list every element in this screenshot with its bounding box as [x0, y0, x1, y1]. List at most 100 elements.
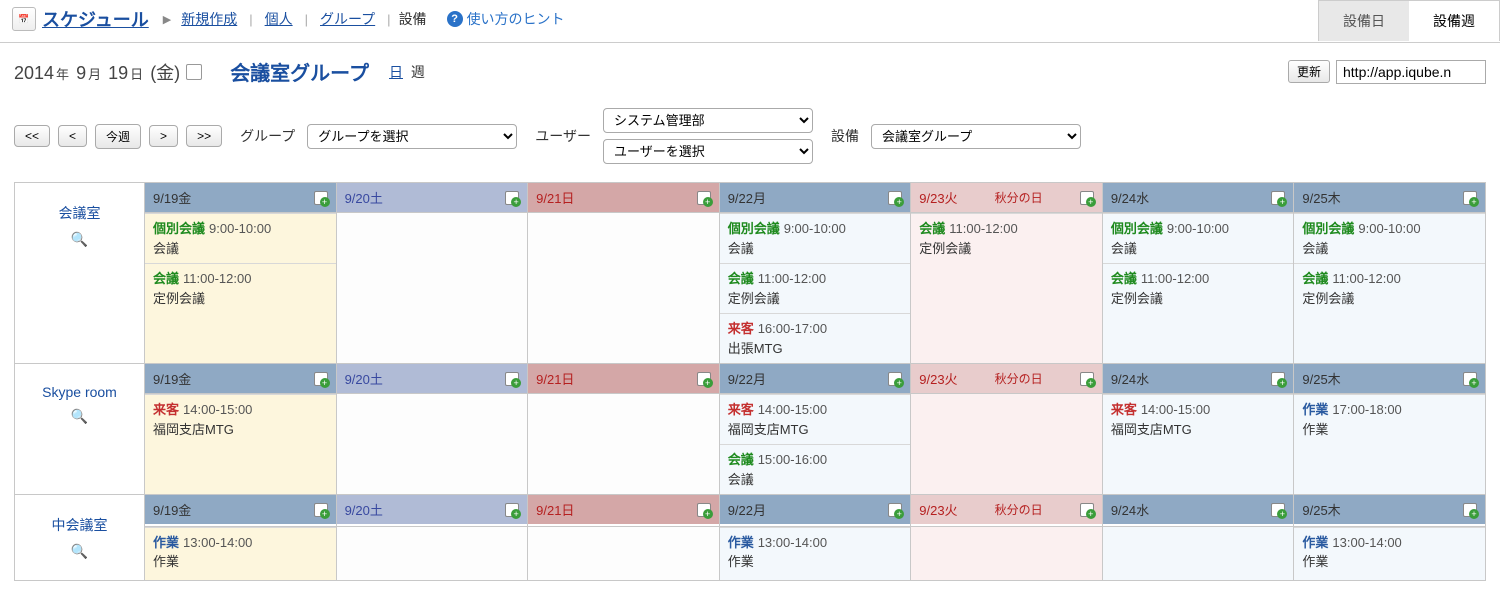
add-event-icon[interactable] [314, 191, 328, 205]
magnify-icon[interactable]: 🔍 [21, 408, 138, 425]
event-item[interactable]: 来客14:00-15:00福岡支店MTG [1103, 394, 1294, 444]
day-cell[interactable] [911, 526, 1103, 580]
day-cell[interactable]: 会議11:00-12:00定例会議 [911, 213, 1103, 364]
event-time: 13:00-14:00 [758, 535, 827, 550]
day-label: 9/23火 [919, 369, 957, 388]
day-cell[interactable]: 作業13:00-14:00作業 [719, 526, 911, 580]
tab-facility-day[interactable]: 設備日 [1319, 1, 1409, 41]
resource-link[interactable]: 中会議室 [52, 517, 108, 533]
add-event-icon[interactable] [505, 191, 519, 205]
group-select[interactable]: グループを選択 [307, 124, 517, 149]
add-event-icon[interactable] [505, 372, 519, 386]
add-event-icon[interactable] [1080, 372, 1094, 386]
day-cell[interactable]: 来客14:00-15:00福岡支店MTG [1102, 394, 1294, 495]
day-label: 9/22月 [728, 369, 766, 388]
day-cell[interactable] [528, 394, 720, 495]
add-event-icon[interactable] [1271, 191, 1285, 205]
day-cell[interactable]: 来客14:00-15:00福岡支店MTG [145, 394, 337, 495]
nav-today[interactable]: 今週 [95, 124, 141, 149]
event-item[interactable]: 個別会議9:00-10:00会議 [1294, 213, 1485, 263]
day-label: 9/20土 [345, 500, 383, 519]
event-time: 9:00-10:00 [784, 221, 846, 236]
day-cell[interactable] [528, 213, 720, 364]
add-event-icon[interactable] [1080, 191, 1094, 205]
day-cell[interactable]: 個別会議9:00-10:00会議会議11:00-12:00定例会議 [1102, 213, 1294, 364]
view-week-label: 週 [411, 64, 425, 80]
add-event-icon[interactable] [1080, 503, 1094, 517]
day-label: 9/20土 [345, 369, 383, 388]
event-item[interactable]: 来客14:00-15:00福岡支店MTG [145, 394, 336, 444]
view-day-link[interactable]: 日 [389, 64, 403, 80]
event-time: 9:00-10:00 [1167, 221, 1229, 236]
nav-personal[interactable]: 個人 [265, 9, 293, 29]
schedule-link[interactable]: スケジュール [42, 6, 149, 32]
event-item[interactable]: 作業13:00-14:00作業 [1294, 527, 1485, 577]
event-item[interactable]: 会議15:00-16:00会議 [720, 444, 911, 494]
magnify-icon[interactable]: 🔍 [21, 231, 138, 248]
add-event-icon[interactable] [314, 372, 328, 386]
event-item[interactable]: 個別会議9:00-10:00会議 [720, 213, 911, 263]
day-cell[interactable]: 個別会議9:00-10:00会議会議11:00-12:00定例会議来客16:00… [719, 213, 911, 364]
event-item[interactable]: 作業17:00-18:00作業 [1294, 394, 1485, 444]
user-select[interactable]: ユーザーを選択 [603, 139, 813, 164]
day-cell[interactable]: 個別会議9:00-10:00会議会議11:00-12:00定例会議 [1294, 213, 1486, 364]
nav-group[interactable]: グループ [320, 9, 375, 29]
day-cell[interactable] [1102, 526, 1294, 580]
resource-link[interactable]: Skype room [42, 384, 117, 400]
event-item[interactable]: 会議11:00-12:00定例会議 [1103, 263, 1294, 313]
event-title: 会議 [728, 241, 754, 256]
event-tag: 会議 [153, 271, 179, 286]
nav-prev[interactable]: < [58, 125, 87, 147]
url-field[interactable] [1336, 60, 1486, 84]
event-item[interactable]: 作業13:00-14:00作業 [145, 527, 336, 577]
day-cell[interactable]: 作業13:00-14:00作業 [1294, 526, 1486, 580]
dept-select[interactable]: システム管理部 [603, 108, 813, 133]
event-tag: 会議 [1302, 271, 1328, 286]
add-event-icon[interactable] [505, 503, 519, 517]
add-event-icon[interactable] [697, 191, 711, 205]
help-icon[interactable]: ? [447, 11, 463, 27]
add-event-icon[interactable] [1463, 191, 1477, 205]
add-event-icon[interactable] [888, 191, 902, 205]
hint-link[interactable]: 使い方のヒント [467, 9, 565, 29]
day-cell[interactable] [911, 394, 1103, 495]
day-cell[interactable]: 来客14:00-15:00福岡支店MTG会議15:00-16:00会議 [719, 394, 911, 495]
event-item[interactable]: 個別会議9:00-10:00会議 [145, 213, 336, 263]
add-event-icon[interactable] [314, 503, 328, 517]
add-event-icon[interactable] [888, 503, 902, 517]
event-item[interactable]: 会議11:00-12:00定例会議 [720, 263, 911, 313]
event-time: 14:00-15:00 [758, 402, 827, 417]
event-item[interactable]: 会議11:00-12:00定例会議 [145, 263, 336, 313]
nav-last[interactable]: >> [186, 125, 222, 147]
event-item[interactable]: 会議11:00-12:00定例会議 [911, 213, 1102, 263]
day-cell[interactable]: 作業17:00-18:00作業 [1294, 394, 1486, 495]
facility-select[interactable]: 会議室グループ [871, 124, 1081, 149]
nav-first[interactable]: << [14, 125, 50, 147]
refresh-button[interactable]: 更新 [1288, 60, 1330, 83]
event-item[interactable]: 来客14:00-15:00福岡支店MTG [720, 394, 911, 444]
day-cell[interactable]: 個別会議9:00-10:00会議会議11:00-12:00定例会議 [145, 213, 337, 364]
add-event-icon[interactable] [888, 372, 902, 386]
day-cell[interactable] [528, 526, 720, 580]
event-tag: 作業 [153, 535, 179, 550]
day-cell[interactable] [336, 394, 528, 495]
date-picker-icon[interactable] [186, 64, 202, 80]
day-cell[interactable] [336, 526, 528, 580]
tab-facility-week[interactable]: 設備週 [1409, 1, 1499, 41]
add-event-icon[interactable] [1271, 503, 1285, 517]
nav-next[interactable]: > [149, 125, 178, 147]
event-item[interactable]: 来客16:00-17:00出張MTG [720, 313, 911, 363]
add-event-icon[interactable] [697, 503, 711, 517]
day-cell[interactable] [336, 213, 528, 364]
add-event-icon[interactable] [697, 372, 711, 386]
event-item[interactable]: 作業13:00-14:00作業 [720, 527, 911, 577]
add-event-icon[interactable] [1463, 503, 1477, 517]
event-item[interactable]: 会議11:00-12:00定例会議 [1294, 263, 1485, 313]
event-item[interactable]: 個別会議9:00-10:00会議 [1103, 213, 1294, 263]
magnify-icon[interactable]: 🔍 [21, 543, 138, 560]
add-event-icon[interactable] [1271, 372, 1285, 386]
add-event-icon[interactable] [1463, 372, 1477, 386]
day-cell[interactable]: 作業13:00-14:00作業 [145, 526, 337, 580]
resource-link[interactable]: 会議室 [59, 205, 101, 221]
nav-new[interactable]: 新規作成 [181, 9, 237, 29]
